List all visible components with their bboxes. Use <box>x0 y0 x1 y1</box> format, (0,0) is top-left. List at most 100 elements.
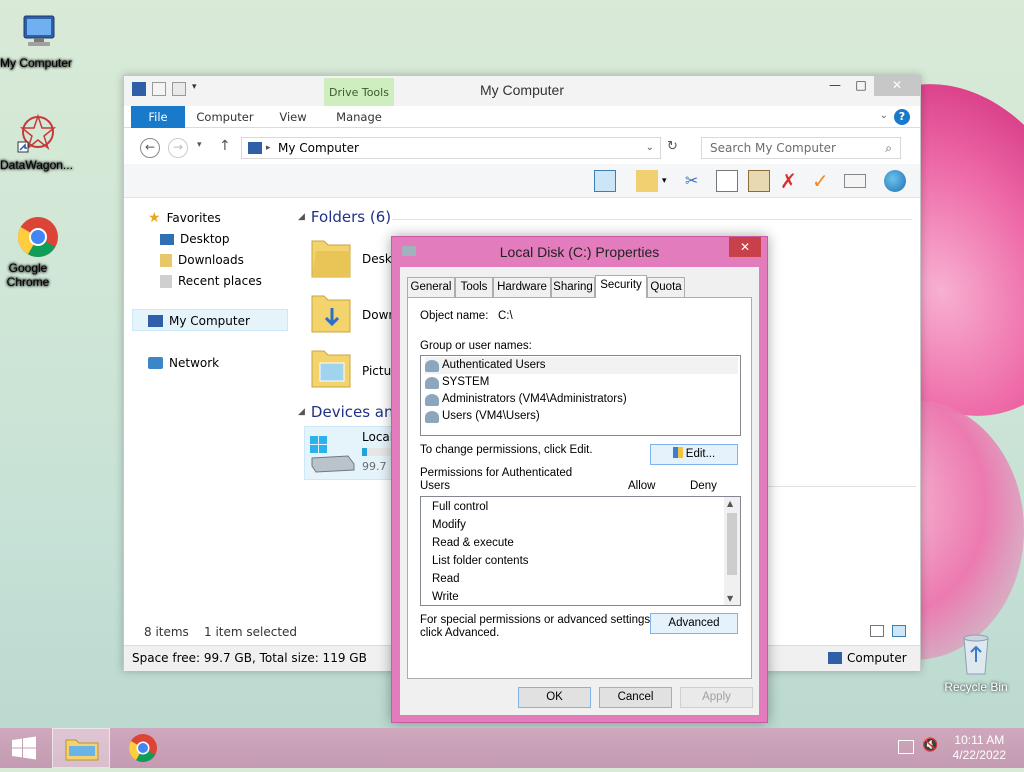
check-icon[interactable]: ✓ <box>812 170 834 192</box>
network-tray-icon[interactable] <box>898 740 914 754</box>
minimize-button[interactable]: — <box>822 76 848 96</box>
permission-row: Full control <box>432 501 489 513</box>
file-explorer-icon <box>65 739 99 761</box>
hard-drive-icon <box>308 434 356 474</box>
up-arrow-icon[interactable]: ↑ <box>219 138 231 154</box>
nav-item-recent[interactable]: Recent places <box>160 271 262 291</box>
list-item[interactable]: Administrators (VM4\Administrators) <box>425 391 627 408</box>
chrome-icon <box>129 734 157 762</box>
taskbar-chrome[interactable] <box>114 728 172 768</box>
change-permissions-text: To change permissions, click Edit. <box>420 444 593 456</box>
delete-icon[interactable]: ✗ <box>780 170 802 192</box>
advanced-button[interactable]: Advanced <box>650 613 738 634</box>
devices-group-header[interactable]: ◢ Devices and <box>298 403 403 421</box>
ribbon-expand-icon[interactable]: ⌄ <box>880 110 888 121</box>
user-name: Authenticated Users <box>442 359 546 371</box>
list-item[interactable]: Users (VM4\Users) <box>425 408 540 425</box>
recycle-bin-icon <box>956 630 996 676</box>
globe-icon[interactable] <box>884 170 906 192</box>
permission-row: List folder contents <box>432 555 529 567</box>
taskbar-clock[interactable]: 10:11 AM 4/22/2022 <box>953 733 1006 763</box>
users-group-icon <box>425 410 439 423</box>
start-button[interactable] <box>0 728 48 768</box>
forward-button[interactable]: → <box>168 138 188 158</box>
permissions-list[interactable]: Full control Modify Read & execute List … <box>420 496 741 606</box>
paste-icon[interactable] <box>748 170 770 192</box>
tab-security[interactable]: Security <box>595 275 647 298</box>
scroll-up-icon[interactable]: ▲ <box>727 499 733 508</box>
desktop-icon-chrome[interactable]: Google Chrome <box>0 215 76 289</box>
permissions-for-label-1: Permissions for Authenticated <box>420 467 573 479</box>
nav-label: Favorites <box>166 211 221 225</box>
details-view-icon[interactable] <box>870 625 884 637</box>
address-text: My Computer <box>278 141 359 155</box>
cut-icon[interactable]: ✂ <box>685 170 707 192</box>
refresh-icon[interactable]: ↻ <box>667 139 678 154</box>
taskbar: 🔇 10:11 AM 4/22/2022 <box>0 728 1024 768</box>
address-row: ← → ▾ ↑ ▸ My Computer ⌄ ↻ Search My Comp… <box>124 134 920 162</box>
desktop-icon-recycle-bin[interactable]: Recycle Bin <box>940 630 1012 694</box>
tab-tools[interactable]: Tools <box>455 277 493 297</box>
chevron-down-icon[interactable]: ▾ <box>662 170 684 192</box>
tab-manage[interactable]: Manage <box>324 106 394 128</box>
nav-item-desktop[interactable]: Desktop <box>160 229 230 249</box>
permission-row: Write <box>432 591 459 603</box>
nav-item-network[interactable]: Network <box>148 353 219 373</box>
apply-button[interactable]: Apply <box>680 687 753 708</box>
tab-quota[interactable]: Quota <box>647 277 685 297</box>
scroll-down-icon[interactable]: ▼ <box>727 594 733 603</box>
chrome-icon <box>16 215 60 259</box>
close-button[interactable]: ✕ <box>874 76 920 96</box>
ok-button[interactable]: OK <box>518 687 591 708</box>
desktop-icon-datawagon[interactable]: DataWagon... <box>0 112 76 172</box>
scroll-thumb[interactable] <box>727 513 737 575</box>
properties-folder-icon[interactable] <box>636 170 658 192</box>
drive-label: Local <box>362 430 394 444</box>
command-toolbar: ▾ ✂ ✗ ✓ <box>124 164 920 198</box>
maximize-button[interactable]: □ <box>848 76 874 96</box>
permissions-scrollbar[interactable]: ▲ ▼ <box>724 497 740 605</box>
search-icon: ⌕ <box>885 141 892 155</box>
users-group-icon <box>425 359 439 372</box>
tab-hardware[interactable]: Hardware <box>493 277 551 297</box>
window-title: My Computer <box>479 82 565 98</box>
cancel-button[interactable]: Cancel <box>599 687 672 708</box>
dialog-close-button[interactable]: ✕ <box>729 237 761 257</box>
tab-computer[interactable]: Computer <box>190 106 260 128</box>
windows-logo-icon <box>12 736 36 760</box>
edit-button[interactable]: Edit... <box>650 444 738 465</box>
list-item[interactable]: SYSTEM <box>425 374 489 391</box>
rename-icon[interactable] <box>844 174 866 188</box>
computer-icon <box>248 142 262 154</box>
large-icons-view-icon[interactable] <box>892 625 906 637</box>
preview-pane-icon[interactable] <box>594 170 616 192</box>
tab-file[interactable]: File <box>131 106 185 128</box>
back-button[interactable]: ← <box>140 138 160 158</box>
desktop-icon-label: DataWagon... <box>0 158 73 172</box>
tab-sharing[interactable]: Sharing <box>551 277 595 297</box>
recent-locations-icon[interactable]: ▾ <box>197 140 202 150</box>
dialog-titlebar[interactable]: Local Disk (C:) Properties ✕ <box>392 237 767 267</box>
tab-general[interactable]: General <box>407 277 455 297</box>
recycle-bin-label: Recycle Bin <box>944 680 1008 694</box>
collapse-icon: ◢ <box>298 407 305 417</box>
nav-label: Recent places <box>178 274 262 288</box>
tab-view[interactable]: View <box>268 106 318 128</box>
taskbar-explorer[interactable] <box>52 728 110 768</box>
search-input[interactable]: Search My Computer ⌕ <box>701 137 901 159</box>
help-icon[interactable]: ? <box>894 109 910 125</box>
folders-group-header[interactable]: ◢ Folders (6) <box>298 208 391 226</box>
volume-muted-icon[interactable]: 🔇 <box>922 738 938 753</box>
group-title: Folders (6) <box>310 208 392 226</box>
copy-icon[interactable] <box>716 170 738 192</box>
nav-label: My Computer <box>169 314 250 328</box>
desktop-icon-my-computer[interactable]: My Computer <box>0 10 76 70</box>
user-name: Administrators (VM4\Administrators) <box>442 393 627 405</box>
nav-item-favorites[interactable]: ★ Favorites <box>148 208 221 228</box>
list-item[interactable]: Authenticated Users <box>425 357 738 374</box>
nav-item-downloads[interactable]: Downloads <box>160 250 244 270</box>
users-listbox[interactable]: Authenticated Users SYSTEM Administrator… <box>420 355 741 436</box>
nav-item-my-computer[interactable]: My Computer <box>148 311 250 331</box>
address-bar[interactable]: ▸ My Computer ⌄ <box>241 137 661 159</box>
address-dropdown-icon[interactable]: ⌄ <box>646 138 654 158</box>
